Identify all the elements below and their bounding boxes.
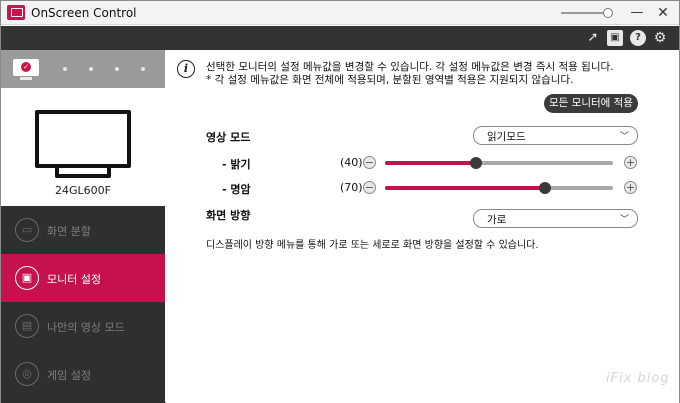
brightness-slider[interactable]: [385, 157, 613, 169]
info-note: * 각 설정 메뉴값은 화면 전체에 적용되며, 분할된 영역별 적용은 지원되…: [206, 74, 574, 86]
monitor-model-name: 24GL600F: [55, 184, 111, 197]
help-icon[interactable]: ?: [630, 30, 646, 46]
close-button[interactable]: ✕: [653, 3, 673, 23]
sidebar-item-label: 게임 설정: [47, 369, 91, 382]
page-dot: [63, 67, 67, 71]
contrast-increase-button[interactable]: +: [624, 181, 637, 194]
minimize-button[interactable]: —: [627, 3, 647, 23]
picture-mode-dropdown[interactable]: 읽기모드 ﹀: [473, 126, 638, 145]
contrast-slider[interactable]: [385, 182, 613, 194]
monitor-icon: [35, 110, 131, 168]
chevron-down-icon: ﹀: [619, 215, 629, 225]
settings-gear-icon[interactable]: ⚙: [652, 30, 668, 46]
apply-all-monitors-button[interactable]: 모든 모니터에 적용: [544, 94, 638, 113]
screen-split-icon[interactable]: ▣: [607, 30, 623, 46]
picture-mode-value: 읽기모드: [487, 131, 526, 143]
sidebar-item-label: 화면 분할: [47, 225, 91, 238]
sidebar-item-my-picture-mode[interactable]: ▤ 나만의 영상 모드: [1, 302, 165, 350]
brightness-increase-button[interactable]: +: [624, 156, 637, 169]
toolbar-strip: ➚ ▣ ? ⚙: [1, 26, 679, 50]
brightness-slider-fill: [385, 161, 477, 165]
sidebar-item-label: 나만의 영상 모드: [47, 321, 125, 334]
opacity-slider-knob[interactable]: [603, 8, 613, 18]
orientation-dropdown[interactable]: 가로 ﹀: [473, 209, 638, 228]
info-icon: i: [177, 60, 195, 78]
monitor-settings-icon: ▣: [15, 266, 39, 290]
brightness-label: - 밝기: [222, 158, 251, 171]
orientation-label: 화면 방향: [206, 209, 251, 222]
brightness-slider-thumb[interactable]: [470, 157, 483, 169]
sidebar-item-screen-split[interactable]: ▭ 화면 분할: [1, 206, 165, 254]
gamepad-icon: ◎: [15, 362, 39, 386]
app-window: OnScreen Control — ✕ ➚ ▣ ? ⚙ ✓ 24GL600F: [0, 0, 680, 403]
selected-monitor-icon[interactable]: ✓: [13, 59, 39, 80]
brightness-decrease-button[interactable]: −: [363, 156, 376, 169]
title-bar: OnScreen Control — ✕: [1, 1, 679, 25]
page-dot: [89, 67, 93, 71]
sidebar-item-label: 모니터 설정: [47, 273, 102, 286]
window-title: OnScreen Control: [31, 6, 137, 20]
page-dot: [115, 67, 119, 71]
orientation-value: 가로: [487, 214, 507, 226]
settings-panel: i 선택한 모니터의 설정 메뉴값을 변경할 수 있습니다. 각 설정 메뉴값은…: [166, 50, 679, 403]
contrast-label: - 명암: [222, 183, 251, 196]
contrast-slider-thumb[interactable]: [538, 182, 551, 194]
picture-mode-icon: ▤: [15, 314, 39, 338]
sidebar: ✓ 24GL600F ▭ 화면 분할 ▣ 모니터 설정 ▤ 나만의 영상 모드: [1, 50, 165, 403]
app-logo-icon: [7, 5, 25, 20]
chevron-down-icon: ﹀: [619, 132, 629, 142]
sidebar-item-game-settings[interactable]: ◎ 게임 설정: [1, 350, 165, 398]
opacity-slider[interactable]: [561, 8, 613, 18]
brightness-value: (40): [340, 156, 363, 169]
cursor-icon[interactable]: ➚: [585, 30, 601, 46]
monitor-selector-strip[interactable]: ✓: [1, 50, 165, 88]
monitor-stand-icon: [55, 168, 111, 178]
contrast-decrease-button[interactable]: −: [363, 181, 376, 194]
orientation-description: 디스플레이 방향 메뉴를 통해 가로 또는 세로로 화면 방향을 설정할 수 있…: [206, 240, 539, 251]
contrast-value: (70): [340, 181, 363, 194]
screen-split-icon: ▭: [15, 218, 39, 242]
sidebar-item-monitor-settings[interactable]: ▣ 모니터 설정: [1, 254, 165, 302]
check-icon: ✓: [21, 62, 31, 72]
monitor-preview: 24GL600F: [1, 88, 165, 206]
watermark: iFix blog: [606, 371, 670, 386]
page-dot: [141, 67, 145, 71]
picture-mode-label: 영상 모드: [206, 131, 251, 144]
contrast-slider-fill: [385, 186, 545, 190]
